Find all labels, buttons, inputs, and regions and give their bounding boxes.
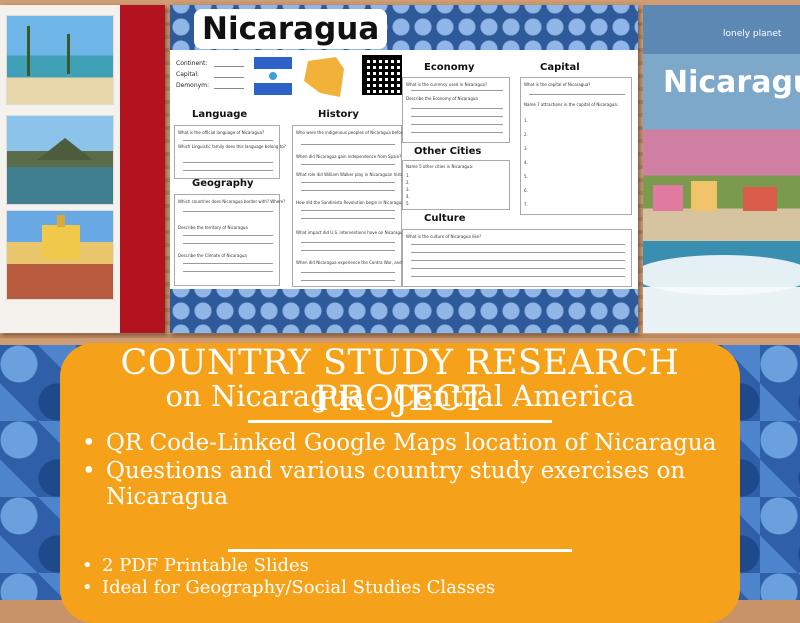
- wave-shape: [643, 255, 800, 295]
- headline-line2: on Nicaragua - Central America: [165, 379, 635, 413]
- guidebook-cover: lonely planet Nicaragua: [643, 5, 800, 333]
- culture-box: What is the culture of Nicaragua like?: [402, 229, 632, 287]
- question: Describe the Climate of Nicaragua: [178, 253, 247, 258]
- question: What is the currency used in Nicaragua?: [406, 82, 488, 87]
- question: Describe the Economy of Nicaragua: [406, 96, 478, 101]
- nicaragua-flag-icon: [254, 57, 292, 95]
- field-continent: Continent:: [176, 60, 245, 67]
- question: Which Linguistic family does this langua…: [178, 144, 286, 149]
- nicaragua-map-icon: [304, 57, 344, 97]
- question: When did Nicaragua experience the Contra…: [296, 260, 414, 265]
- list-number: 3.: [406, 187, 410, 192]
- section-title-language: Language: [192, 109, 248, 120]
- question: What is the culture of Nicaragua like?: [406, 234, 482, 239]
- list-number: 5.: [406, 201, 410, 206]
- list-number: 2.: [406, 180, 410, 185]
- capital-box: What is the capital of Nicaragua? Name 7…: [520, 77, 632, 215]
- history-box: Who were the indigenous peoples of Nicar…: [292, 125, 449, 287]
- list-number: 4.: [524, 160, 528, 165]
- list-number: 5.: [524, 174, 528, 179]
- worksheet-bottom-band: [170, 289, 638, 333]
- question: Name 7 attractions in the capital of Nic…: [524, 102, 619, 107]
- photo-panel: [0, 5, 165, 333]
- section-title-culture: Culture: [424, 213, 466, 224]
- other-cities-box: Name 5 other cities in Nicaragua: 1. 2. …: [402, 160, 510, 210]
- worksheet-title: Nicaragua: [194, 9, 388, 49]
- divider-bottom: [228, 549, 572, 552]
- question: Which countries does Nicaragua border wi…: [178, 199, 286, 204]
- volcano-lake-photo: [6, 115, 114, 205]
- list-number: 1.: [524, 118, 528, 123]
- field-demonym: Demonym:: [176, 82, 245, 89]
- worksheet-preview: Nicaragua Continent: Capital: Demonym: L…: [170, 5, 638, 333]
- section-title-history: History: [318, 109, 359, 120]
- list-number: 3.: [524, 146, 528, 151]
- feature-list: QR Code-Linked Google Maps location of N…: [80, 430, 740, 512]
- list-number: 6.: [524, 188, 528, 193]
- feature-item: Questions and various country study exer…: [80, 458, 740, 510]
- detail-list: 2 PDF Printable Slides Ideal for Geograp…: [80, 555, 740, 599]
- feature-item: QR Code-Linked Google Maps location of N…: [80, 430, 740, 456]
- qr-code-icon: [362, 55, 402, 95]
- question: Describe the territory of Nicaragua: [178, 225, 248, 230]
- section-title-capital: Capital: [540, 62, 580, 73]
- question: What is the official language of Nicarag…: [178, 130, 265, 135]
- cathedral-photo: [6, 210, 114, 300]
- list-number: 7.: [524, 202, 528, 207]
- geography-box: Which countries does Nicaragua border wi…: [174, 194, 285, 286]
- list-number: 2.: [524, 132, 528, 137]
- cover-title: Nicaragua: [663, 65, 800, 100]
- cover-brand: lonely planet: [723, 29, 782, 39]
- list-number: 1.: [406, 173, 410, 178]
- detail-item: Ideal for Geography/Social Studies Class…: [80, 577, 740, 599]
- question: Name 5 other cities in Nicaragua:: [406, 164, 474, 169]
- question: What role did William Walker play in Nic…: [296, 172, 410, 177]
- question: How did the Sandinista Revolution begin …: [296, 200, 406, 205]
- economy-box: What is the currency used in Nicaragua? …: [402, 77, 510, 143]
- language-box: What is the official language of Nicarag…: [174, 125, 286, 179]
- list-number: 4.: [406, 194, 410, 199]
- detail-item: 2 PDF Printable Slides: [80, 555, 740, 577]
- section-title-other-cities: Other Cities: [414, 146, 482, 157]
- field-capital: Capital:: [176, 71, 245, 78]
- question: When did Nicaragua gain independence fro…: [296, 154, 402, 159]
- divider-top: [248, 420, 552, 423]
- beach-photo: [6, 15, 114, 105]
- section-title-economy: Economy: [424, 62, 475, 73]
- section-title-geography: Geography: [192, 178, 254, 189]
- question: What is the capital of Nicaragua?: [524, 82, 591, 87]
